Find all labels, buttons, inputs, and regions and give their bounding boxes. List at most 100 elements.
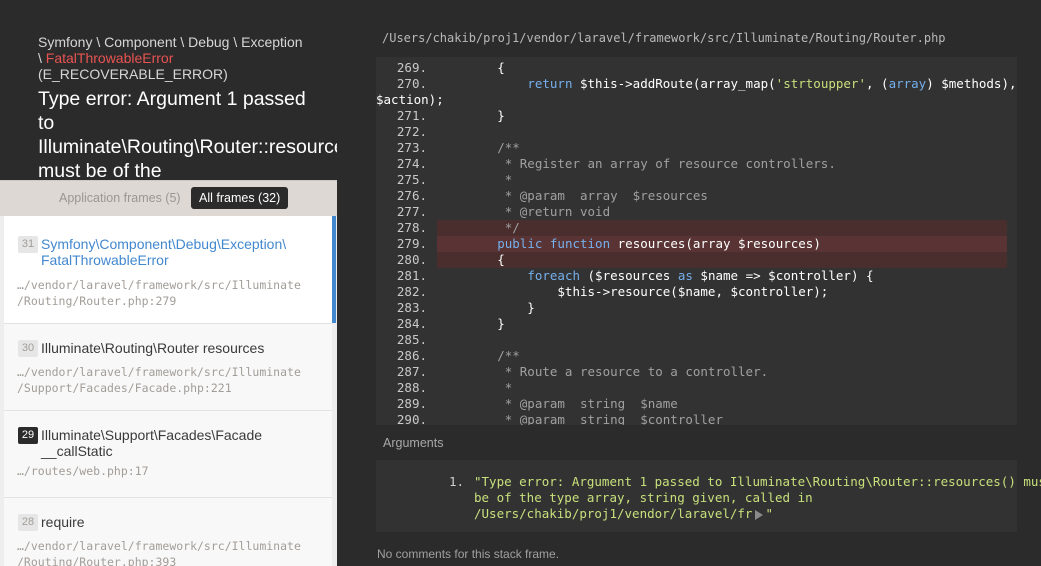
line-source: * @param array $resources bbox=[437, 188, 708, 203]
details-panel: /Users/chakib/proj1/vendor/laravel/frame… bbox=[337, 0, 1041, 566]
line-number: 286. bbox=[396, 348, 427, 363]
line-source: * Register an array of resource controll… bbox=[437, 156, 836, 171]
code-line: 279. public function resources(array $re… bbox=[376, 236, 1017, 252]
line-source: } bbox=[437, 108, 505, 123]
code-line: 284. } bbox=[376, 316, 1017, 332]
line-number: 284. bbox=[396, 316, 427, 331]
frame-file: …/vendor/laravel/framework/src/Illuminat… bbox=[17, 365, 301, 395]
frame-file: …/routes/web.php:17 bbox=[17, 464, 149, 478]
frame-index: 28 bbox=[18, 514, 38, 531]
stack-panel: Symfony \ Component \ Debug \ Exception … bbox=[0, 0, 337, 566]
frame-class: Symfony\Component\Debug\Exception\ Fatal… bbox=[41, 236, 287, 268]
argument-value: "Type error: Argument 1 passed to Illumi… bbox=[474, 474, 1041, 522]
frames-list: 31 Symfony\Component\Debug\Exception\ Fa… bbox=[0, 216, 337, 566]
line-number: 281. bbox=[396, 268, 427, 283]
line-source: * @param string $name bbox=[437, 396, 678, 411]
code-line: 269. { bbox=[376, 60, 1017, 76]
line-number: 270. bbox=[396, 76, 427, 91]
code-line: 276. * @param array $resources bbox=[376, 188, 1017, 204]
argument-line-1: "Type error: Argument 1 passed to Illumi… bbox=[474, 474, 1041, 489]
line-source: { bbox=[437, 252, 505, 267]
frame-file: …/vendor/laravel/framework/src/Illuminat… bbox=[17, 278, 301, 308]
arguments-box: 1. "Type error: Argument 1 passed to Ill… bbox=[376, 460, 1041, 532]
line-source: { bbox=[437, 60, 505, 75]
line-number: 272. bbox=[396, 124, 427, 139]
code-line: 280. { bbox=[376, 252, 1017, 268]
highlight-background bbox=[437, 252, 1007, 268]
line-number: 287. bbox=[396, 364, 427, 379]
line-number: 283. bbox=[396, 300, 427, 315]
frame-class: Illuminate\Support\Facades\Facade __call… bbox=[41, 427, 263, 459]
frame-item-30[interactable]: 30 Illuminate\Routing\Router resources …… bbox=[4, 324, 332, 411]
code-line: 275. * bbox=[376, 172, 1017, 188]
code-line: 277. * @return void bbox=[376, 204, 1017, 220]
frame-index: 29 bbox=[18, 427, 38, 444]
line-number: 276. bbox=[396, 188, 427, 203]
frame-item-28[interactable]: 28 require …/vendor/laravel/framework/sr… bbox=[4, 498, 332, 566]
exception-class: Symfony \ Component \ Debug \ Exception … bbox=[38, 34, 308, 82]
frame-item-29[interactable]: 29 Illuminate\Support\Facades\Facade __c… bbox=[4, 411, 332, 498]
code-line: 278. */ bbox=[376, 220, 1017, 236]
line-number: 277. bbox=[396, 204, 427, 219]
code-line: 282. $this->resource($name, $controller)… bbox=[376, 284, 1017, 300]
code-line: 270. return $this->addRoute(array_map('s… bbox=[376, 76, 1017, 92]
exception-error-type: (E_RECOVERABLE_ERROR) bbox=[38, 66, 228, 82]
all-frames-filter[interactable]: All frames (32) bbox=[191, 187, 289, 209]
line-source: foreach ($resources as $name => $control… bbox=[527, 268, 874, 283]
line-source: } bbox=[437, 316, 505, 331]
line-source: /** bbox=[437, 348, 520, 363]
code-line: 271. } bbox=[376, 108, 1017, 124]
argument-number: 1. bbox=[449, 474, 465, 489]
line-source: * @param string $controller bbox=[437, 412, 723, 425]
line-source: /** bbox=[437, 140, 520, 155]
application-frames-filter[interactable]: Application frames (5) bbox=[59, 191, 181, 205]
code-line: 283. } bbox=[376, 300, 1017, 316]
line-source: * bbox=[437, 172, 513, 187]
frame-file: …/vendor/laravel/framework/src/Illuminat… bbox=[17, 539, 301, 566]
line-source: $this->resource($name, $controller); bbox=[437, 284, 829, 299]
line-number: 285. bbox=[396, 332, 427, 347]
code-line: 281. foreach ($resources as $name => $co… bbox=[376, 268, 1017, 284]
line-number: 274. bbox=[396, 156, 427, 171]
frame-index: 30 bbox=[18, 340, 38, 357]
argument-line-3: /Users/chakib/proj1/vendor/laravel/fr bbox=[474, 506, 753, 521]
code-line: 287. * Route a resource to a controller. bbox=[376, 364, 1017, 380]
line-number: 269. bbox=[396, 60, 427, 75]
line-number: 275. bbox=[396, 172, 427, 187]
frame-comments: No comments for this stack frame. bbox=[377, 547, 560, 561]
frame-item-31[interactable]: 31 Symfony\Component\Debug\Exception\ Fa… bbox=[4, 216, 336, 324]
line-number: 288. bbox=[396, 380, 427, 395]
line-number: 290. bbox=[396, 412, 427, 425]
exception-message: Type error: Argument 1 passed to Illumin… bbox=[38, 88, 337, 180]
code-line: $action); bbox=[376, 92, 1017, 108]
code-line: 273. /** bbox=[376, 140, 1017, 156]
code-line: 289. * @param string $name bbox=[376, 396, 1017, 412]
code-viewer: 269. {270. return $this->addRoute(array_… bbox=[376, 57, 1017, 425]
code-line: 274. * Register an array of resource con… bbox=[376, 156, 1017, 172]
arguments-title: Arguments bbox=[383, 436, 444, 450]
line-number: 273. bbox=[396, 140, 427, 155]
frame-index: 31 bbox=[18, 236, 38, 253]
line-source: public function resources(array $resourc… bbox=[497, 236, 821, 251]
expand-arrow-icon[interactable] bbox=[755, 509, 764, 520]
frame-class: require bbox=[41, 514, 85, 530]
exception-header: Symfony \ Component \ Debug \ Exception … bbox=[0, 0, 337, 180]
line-number: 271. bbox=[396, 108, 427, 123]
line-number: 278. bbox=[396, 220, 427, 235]
code-line: 286. /** bbox=[376, 348, 1017, 364]
line-number: 279. bbox=[396, 236, 427, 251]
code-line: 288. * bbox=[376, 380, 1017, 396]
code-line: 285. bbox=[376, 332, 1017, 348]
line-source: } bbox=[437, 300, 535, 315]
code-file-path[interactable]: /Users/chakib/proj1/vendor/laravel/frame… bbox=[382, 31, 946, 45]
line-source: return $this->addRoute(array_map('strtou… bbox=[527, 76, 1017, 91]
highlight-background bbox=[437, 220, 1007, 236]
argument-line-3-end: " bbox=[765, 506, 773, 521]
argument-line-2: be of the type array, string given, call… bbox=[474, 490, 813, 505]
frames-filter-bar: Application frames (5) All frames (32) bbox=[0, 180, 337, 217]
line-number: 280. bbox=[396, 252, 427, 267]
code-line: 290. * @param string $controller bbox=[376, 412, 1017, 425]
line-source: * bbox=[437, 380, 513, 395]
exception-class-name: FatalThrowableError bbox=[45, 50, 174, 66]
line-number: 289. bbox=[396, 396, 427, 411]
